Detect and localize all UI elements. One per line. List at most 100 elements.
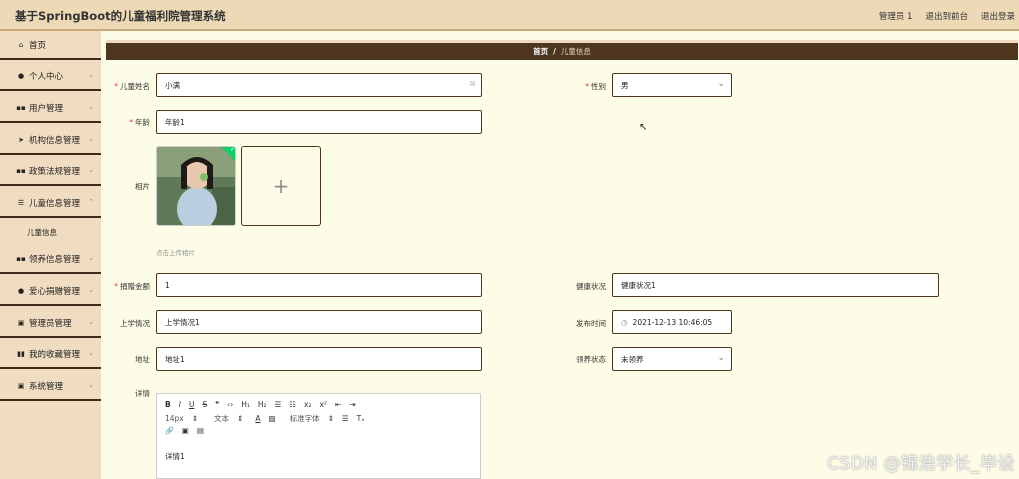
sidebar-item-favorites[interactable]: ▮▮ 我的收藏管理 ⌄ bbox=[0, 340, 101, 369]
child-name-input[interactable]: 小满 ⊗ bbox=[156, 73, 482, 97]
photo-upload-button[interactable]: + bbox=[241, 146, 321, 226]
chevron-down-icon: ⌄ bbox=[88, 254, 94, 262]
chevron-down-icon: ⌄ bbox=[88, 318, 94, 326]
grid-icon: ▪▪ bbox=[16, 166, 26, 175]
chevron-down-icon: ⌄ bbox=[88, 135, 94, 143]
superscript-button[interactable]: x² bbox=[319, 400, 326, 409]
sidebar-item-label: 爱心捐赠管理 bbox=[29, 286, 81, 297]
address-input[interactable]: 地址1 bbox=[156, 347, 482, 371]
chevron-down-icon: ⌄ bbox=[88, 286, 94, 294]
italic-button[interactable]: I bbox=[179, 400, 181, 409]
blockquote-button[interactable]: ❞ bbox=[215, 400, 219, 409]
code-block-button[interactable]: ‹› bbox=[227, 400, 233, 409]
child-photo[interactable]: ✓ bbox=[156, 146, 236, 226]
sidebar-item-label: 首页 bbox=[29, 40, 47, 51]
sidebar-item-children[interactable]: ☰ 儿童信息管理 ⌃ bbox=[0, 189, 101, 218]
check-icon: ✓ bbox=[230, 146, 236, 153]
editor-toolbar-row3: 🔗 ▣ ▤ bbox=[165, 426, 204, 435]
sidebar-item-policies[interactable]: ▪▪ 政策法规管理 ⌄ bbox=[0, 157, 101, 186]
grid-icon: ▪▪ bbox=[16, 103, 26, 112]
link-icon[interactable]: 🔗 bbox=[165, 427, 174, 435]
age-label: * 年龄 bbox=[129, 118, 150, 127]
adopt-status-select[interactable]: 未领养 ⌄ bbox=[612, 347, 732, 371]
image-icon[interactable]: ▣ bbox=[182, 426, 189, 435]
grid-icon: ▪▪ bbox=[16, 254, 26, 263]
bold-button[interactable]: B bbox=[165, 400, 171, 409]
health-input[interactable]: 健康状况1 bbox=[612, 273, 939, 297]
chevron-updown-icon: ⇕ bbox=[191, 414, 199, 423]
chevron-down-icon: ⌄ bbox=[717, 79, 725, 89]
chevron-down-icon: ⌄ bbox=[88, 103, 94, 111]
font-size-select[interactable]: 14px bbox=[165, 414, 184, 423]
top-header: 基于SpringBoot的儿童福利院管理系统 管理员 1 退出到前台 退出登录 bbox=[0, 0, 1019, 31]
chevron-updown-icon: ⇕ bbox=[237, 414, 244, 423]
header2-button[interactable]: H₂ bbox=[258, 400, 267, 409]
photo-label: 相片 bbox=[135, 182, 150, 191]
underline-button[interactable]: U bbox=[189, 400, 195, 409]
sidebar-item-profile[interactable]: ● 个人中心 ⌄ bbox=[0, 62, 101, 91]
list-icon: ☰ bbox=[17, 198, 25, 207]
user-icon: ● bbox=[17, 286, 25, 295]
clear-format-button[interactable]: Tₓ bbox=[357, 414, 365, 423]
breadcrumb-home[interactable]: 首页 bbox=[533, 46, 548, 57]
editor-toolbar-row1: B I U S ❞ ‹› H₁ H₂ ☰ ☷ x₂ x² ⇤ ⇥ bbox=[165, 400, 356, 409]
editor-content[interactable]: 详情1 bbox=[165, 451, 185, 462]
school-input[interactable]: 上学情况1 bbox=[156, 310, 482, 334]
sidebar-item-users[interactable]: ▪▪ 用户管理 ⌄ bbox=[0, 94, 101, 123]
doc-icon: ▣ bbox=[17, 318, 25, 327]
sidebar-item-label: 机构信息管理 bbox=[29, 135, 81, 146]
text-style-select[interactable]: 文本 bbox=[214, 413, 229, 424]
publish-time-label: 发布时间 bbox=[576, 319, 606, 328]
sidebar-subitem-children-info[interactable]: 儿童信息 bbox=[0, 220, 101, 244]
indent-button[interactable]: ⇥ bbox=[349, 400, 355, 409]
sidebar-item-system[interactable]: ▣ 系统管理 ⌄ bbox=[0, 372, 101, 401]
strike-button[interactable]: S bbox=[202, 400, 207, 409]
breadcrumb-separator: / bbox=[553, 47, 556, 56]
app-title: 基于SpringBoot的儿童福利院管理系统 bbox=[15, 9, 226, 23]
doc-icon: ▣ bbox=[17, 381, 25, 390]
rich-text-editor[interactable]: B I U S ❞ ‹› H₁ H₂ ☰ ☷ x₂ x² ⇤ ⇥ 14px ⇕ … bbox=[156, 393, 481, 479]
bullet-list-button[interactable]: ☷ bbox=[289, 400, 296, 409]
subscript-button[interactable]: x₂ bbox=[304, 400, 311, 409]
plus-icon: + bbox=[272, 174, 290, 198]
outdent-button[interactable]: ⇤ bbox=[335, 400, 341, 409]
sidebar-item-label: 用户管理 bbox=[29, 103, 64, 114]
user-icon: ● bbox=[17, 71, 25, 80]
sidebar-item-adoption[interactable]: ▪▪ 领养信息管理 ⌄ bbox=[0, 245, 101, 274]
header1-button[interactable]: H₁ bbox=[241, 400, 250, 409]
top-nav: 管理员 1 退出到前台 退出登录 bbox=[879, 10, 1015, 22]
sidebar-item-label: 管理员管理 bbox=[29, 318, 72, 329]
age-input[interactable]: 年龄1 bbox=[156, 110, 482, 134]
logout-link[interactable]: 退出登录 bbox=[981, 10, 1015, 22]
adopt-status-label: 领养状态 bbox=[576, 355, 606, 364]
font-family-select[interactable]: 标准字体 bbox=[290, 413, 320, 424]
sidebar-item-admins[interactable]: ▣ 管理员管理 ⌄ bbox=[0, 309, 101, 338]
donation-amount-label: * 捐赠金额 bbox=[114, 282, 150, 291]
gender-select[interactable]: 男 ⌄ bbox=[612, 73, 732, 97]
publish-time-picker[interactable]: ◷ 2021-12-13 10:46:05 bbox=[612, 310, 732, 334]
clock-icon: ◷ bbox=[621, 317, 628, 327]
sidebar: ⌂ 首页 ● 个人中心 ⌄ ▪▪ 用户管理 ⌄ ➤ 机构信息管理 ⌄ ▪▪ 政策法规管理 ⌄ ☰ 儿… bbox=[0, 31, 101, 479]
sidebar-item-label: 个人中心 bbox=[29, 71, 64, 82]
send-icon: ➤ bbox=[18, 135, 24, 144]
mouse-cursor-icon: ↖ bbox=[639, 122, 648, 133]
sidebar-item-donations[interactable]: ● 爱心捐赠管理 ⌄ bbox=[0, 277, 101, 306]
video-icon[interactable]: ▤ bbox=[197, 426, 204, 435]
sidebar-item-institutions[interactable]: ➤ 机构信息管理 ⌄ bbox=[0, 126, 101, 155]
sidebar-item-home[interactable]: ⌂ 首页 bbox=[0, 31, 101, 60]
chevron-up-icon: ⌃ bbox=[88, 198, 94, 206]
clear-icon[interactable]: ⊗ bbox=[469, 79, 476, 88]
sidebar-item-label: 政策法规管理 bbox=[29, 166, 81, 177]
current-user-link[interactable]: 管理员 1 bbox=[879, 10, 913, 22]
school-label: 上学情况 bbox=[120, 319, 150, 328]
ordered-list-button[interactable]: ☰ bbox=[275, 400, 282, 409]
chevron-down-icon: ⌄ bbox=[717, 353, 725, 363]
align-button[interactable]: ☰ bbox=[342, 414, 349, 423]
watermark: CSDN @锦浩学长_毕设 bbox=[827, 454, 1015, 474]
health-label: 健康状况 bbox=[576, 282, 606, 291]
detail-label: 详情 bbox=[135, 389, 150, 398]
font-color-button[interactable]: A bbox=[255, 414, 260, 423]
background-color-button[interactable]: ▨ bbox=[268, 414, 275, 423]
donation-amount-input[interactable]: 1 bbox=[156, 273, 482, 297]
back-to-frontend-link[interactable]: 退出到前台 bbox=[925, 10, 968, 22]
